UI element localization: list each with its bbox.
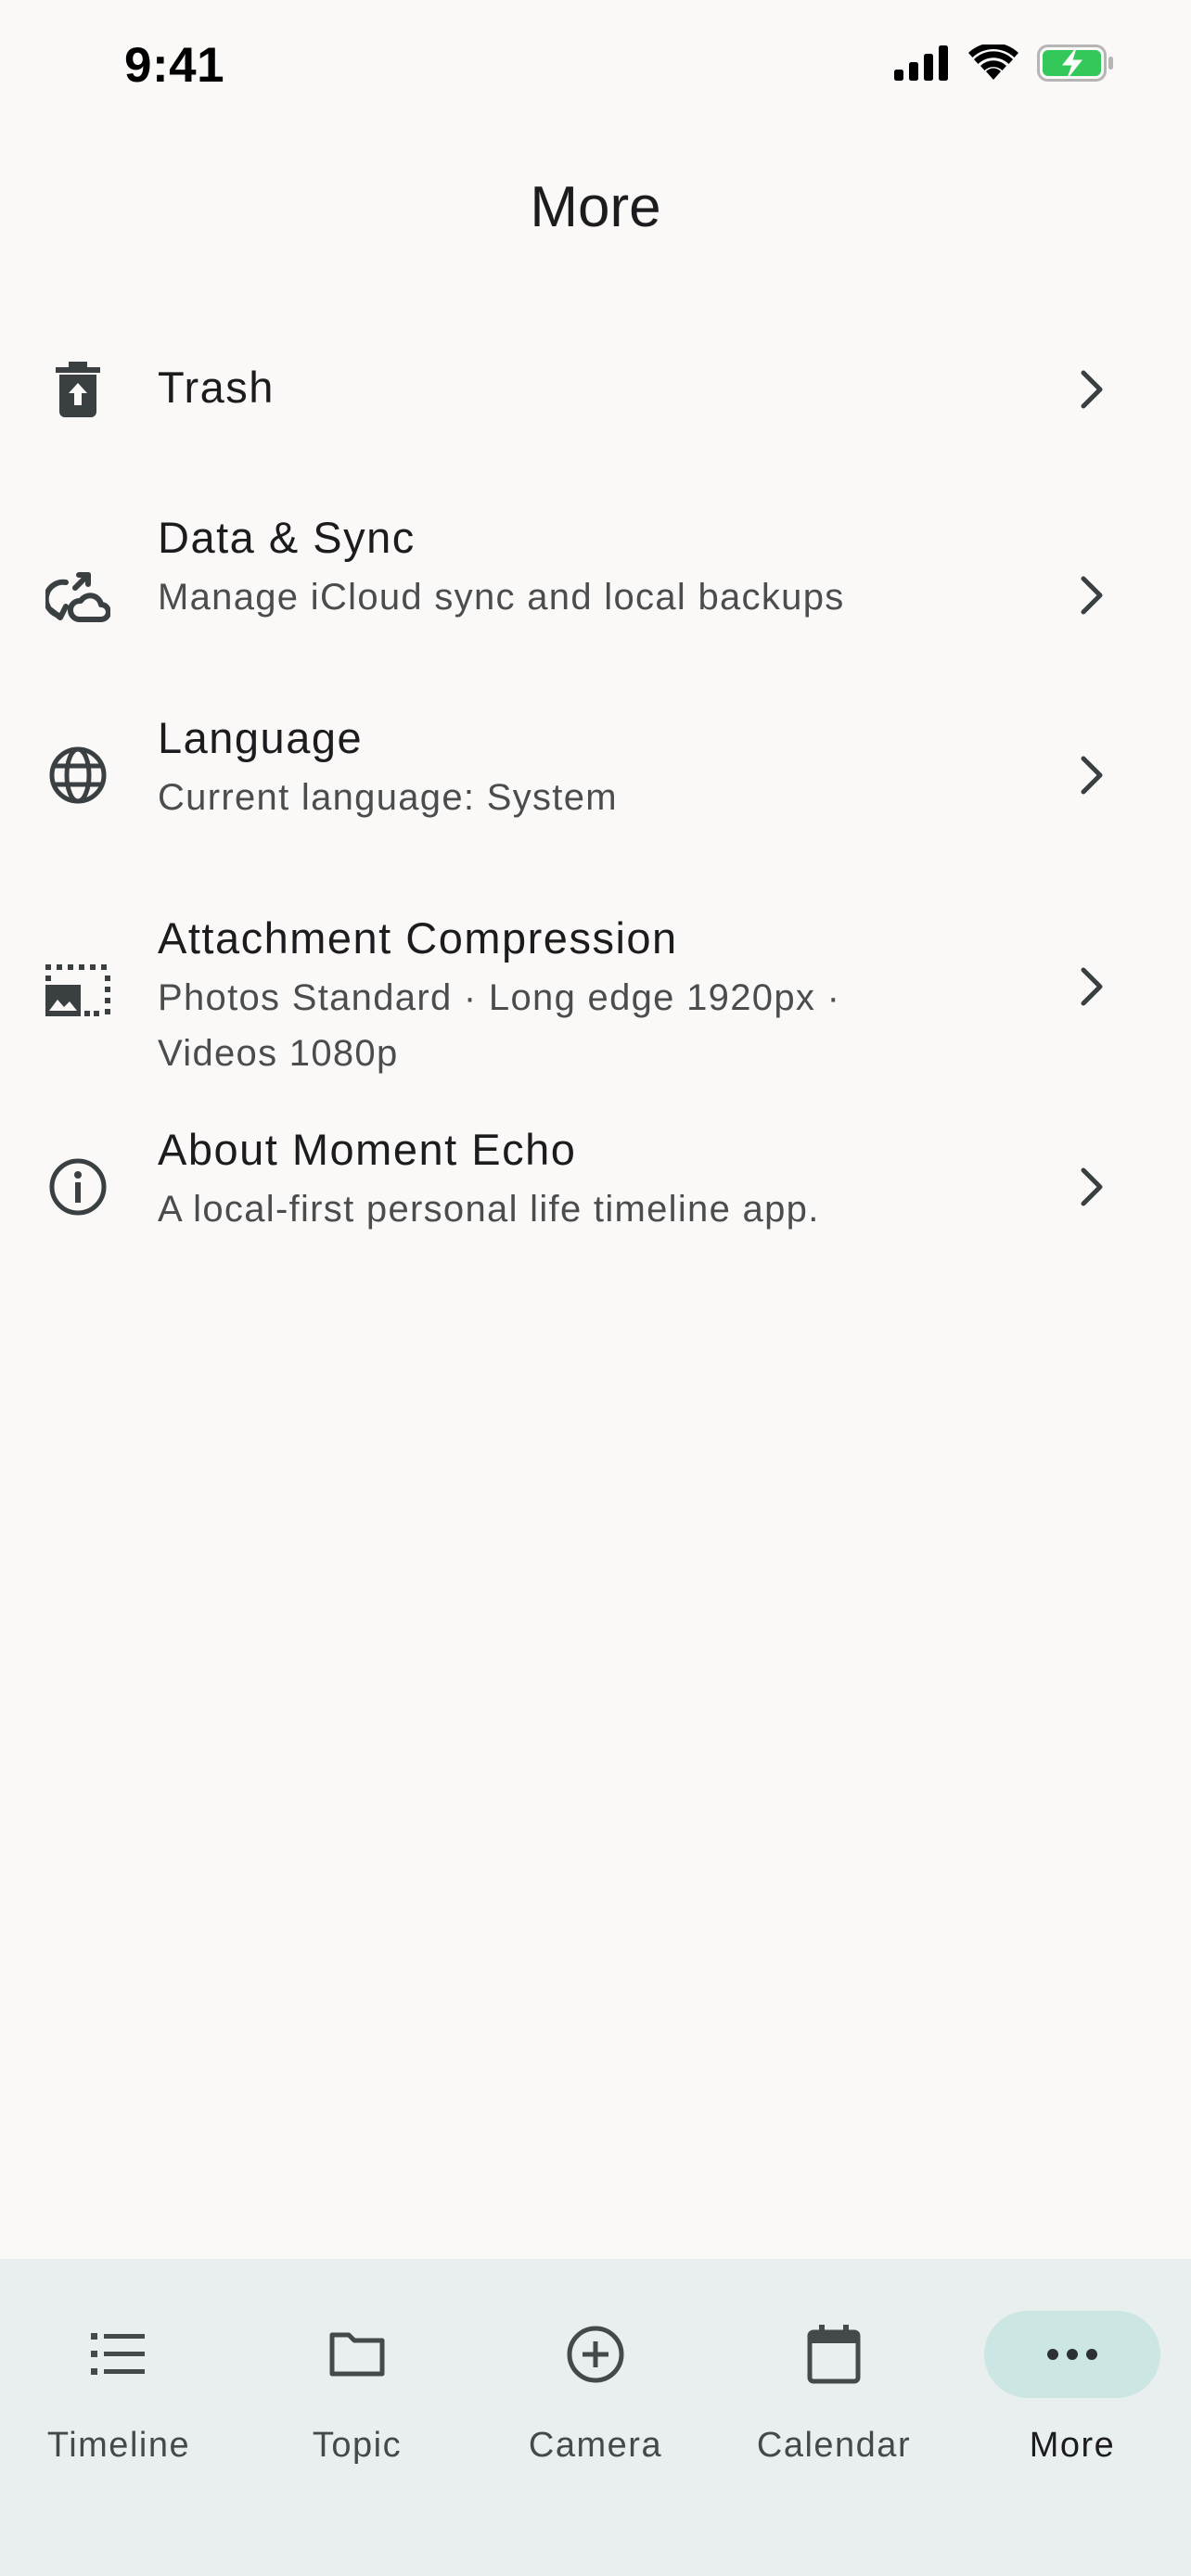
photo-size-select-icon — [45, 957, 111, 1024]
chevron-right-icon — [1081, 370, 1103, 409]
bottom-tab-bar: Timeline Topic Camera Calendar More — [0, 2259, 1191, 2576]
menu-item-subtitle: Photos Standard · Long edge 1920px · Vid… — [158, 977, 841, 1074]
status-icons — [894, 45, 1115, 82]
menu-item-text: Attachment Compression Photos Standard ·… — [158, 911, 992, 1081]
tab-icon-container — [31, 2311, 207, 2398]
tab-more[interactable]: More — [970, 2296, 1174, 2465]
wifi-icon — [968, 45, 1018, 80]
tab-icon-container — [746, 2311, 922, 2398]
sync-cloud-icon — [45, 564, 111, 631]
add-circle-icon — [567, 2326, 624, 2383]
menu-item-title: About Moment Echo — [158, 1125, 577, 1174]
menu-item-trash[interactable]: Trash — [0, 297, 1191, 482]
tab-topic[interactable]: Topic — [255, 2296, 459, 2465]
tab-label: Camera — [528, 2426, 663, 2465]
menu-item-title: Data & Sync — [158, 513, 416, 562]
tab-icon-container — [269, 2311, 445, 2398]
menu-item-title: Language — [158, 713, 364, 762]
folder-icon — [329, 2332, 385, 2377]
menu-item-text: About Moment Echo A local-first personal… — [158, 1122, 992, 1237]
menu-item-text: Trash — [158, 360, 992, 415]
menu-item-data-sync[interactable]: Data & Sync Manage iCloud sync and local… — [0, 482, 1191, 677]
chevron-right-icon — [1081, 576, 1103, 615]
chevron-right-icon — [1081, 756, 1103, 795]
menu-item-subtitle: Manage iCloud sync and local backups — [158, 577, 845, 618]
cellular-signal-icon — [894, 45, 948, 81]
list-icon — [91, 2333, 145, 2375]
page-title: More — [530, 175, 661, 239]
menu-item-about[interactable]: About Moment Echo A local-first personal… — [0, 1113, 1191, 1317]
trash-restore-icon — [45, 356, 111, 423]
globe-icon — [45, 742, 111, 809]
menu-item-title: Trash — [158, 363, 275, 412]
tab-label: Topic — [312, 2426, 403, 2465]
calendar-icon — [807, 2325, 861, 2384]
menu-item-title: Attachment Compression — [158, 913, 678, 963]
chevron-right-icon — [1081, 967, 1103, 1006]
tab-label: Timeline — [46, 2426, 191, 2465]
tab-icon-container — [984, 2311, 1160, 2398]
menu-item-text: Data & Sync Manage iCloud sync and local… — [158, 510, 992, 625]
menu-item-language[interactable]: Language Current language: System — [0, 677, 1191, 872]
menu-item-attachment-compression[interactable]: Attachment Compression Photos Standard ·… — [0, 872, 1191, 1113]
status-time: 9:41 — [124, 38, 225, 93]
status-bar: 9:41 — [0, 0, 1191, 130]
tab-camera[interactable]: Camera — [493, 2296, 698, 2465]
tab-label: Calendar — [756, 2426, 912, 2465]
tab-calendar[interactable]: Calendar — [732, 2296, 936, 2465]
menu-item-subtitle: Current language: System — [158, 777, 618, 818]
tab-label: More — [1029, 2426, 1116, 2465]
more-horizontal-icon — [1047, 2349, 1097, 2360]
battery-charging-icon — [1037, 45, 1113, 82]
tab-icon-container — [507, 2311, 684, 2398]
info-icon — [45, 1154, 111, 1220]
menu-item-text: Language Current language: System — [158, 710, 992, 825]
screen: 9:41 More Trash Data & Sync Manage iClou… — [0, 0, 1191, 2576]
tab-timeline[interactable]: Timeline — [17, 2296, 221, 2465]
menu-item-subtitle: A local-first personal life timeline app… — [158, 1189, 820, 1230]
chevron-right-icon — [1081, 1167, 1103, 1206]
